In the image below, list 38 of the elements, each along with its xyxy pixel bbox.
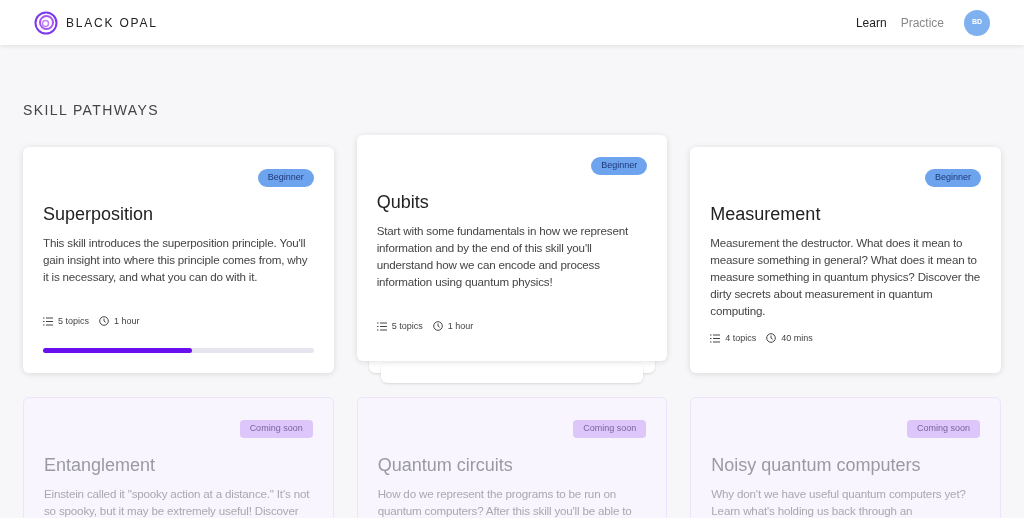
nav-link[interactable]: Learn xyxy=(855,13,887,32)
level-badge: Coming soon xyxy=(573,420,647,438)
topic-count: 5 topics xyxy=(391,319,423,333)
list-icon xyxy=(376,321,387,331)
clock-icon xyxy=(432,321,443,332)
level-badge: Beginner xyxy=(257,169,314,187)
skill-card[interactable]: Beginner Superposition This skill introduces the superposition principle. You'll gain insight into where this principle comes from, why it is necessary, and what you can do with it. 5 topics 1 hour xyxy=(23,147,334,373)
duration: 1 hour xyxy=(447,319,474,333)
topic-count: 5 topics xyxy=(58,314,90,328)
section-title: SKILL PATHWAYS xyxy=(23,101,161,120)
duration: 1 hour xyxy=(114,314,140,328)
card-description: Start with some fundamentals in how we represent information and by the end of this skill you'll understand how we can encode and process information using quantum physics! xyxy=(376,222,629,290)
level-badge: Beginner xyxy=(591,157,648,175)
level-badge: Coming soon xyxy=(906,420,980,438)
card-description: Einstein called it "spooky action at a distance." It's not so spooky, but it may be extremely useful! Discover xyxy=(44,485,311,518)
skill-card[interactable] xyxy=(356,135,668,361)
list-icon xyxy=(43,316,53,326)
card-title: Quantum circuits xyxy=(377,453,514,477)
skill-card[interactable] xyxy=(690,147,1001,373)
nav-link[interactable]: Practice xyxy=(900,13,944,32)
card-title: Entanglement xyxy=(44,453,157,477)
card-title: Qubits xyxy=(376,190,430,214)
list-icon xyxy=(710,333,721,343)
card-description: Measurement the destructor. What does it mean to measure something in general? What does it mean to measure something in quantum physics? Discover the dirty secrets about measurement in quantum computing. xyxy=(710,234,981,319)
card-description: This skill introduces the superposition principle. You'll gain insight into where this principle comes from, why it is necessary, and what you can do with it. xyxy=(43,234,309,285)
card-title: Measurement xyxy=(710,202,822,226)
card-description: Why don't we have useful quantum computers yet? Learn what's holding us back through an xyxy=(711,485,967,518)
level-badge: Coming soon xyxy=(239,420,313,438)
card-title: Noisy quantum computers xyxy=(711,453,922,477)
logo-icon xyxy=(34,10,58,35)
duration: 40 mins xyxy=(781,331,813,345)
card-title: Superposition xyxy=(43,202,155,226)
card-description: How do we represent the programs to be run on quantum computers? After this skill you'll be able to xyxy=(377,485,633,518)
brand-name: BLACK OPAL xyxy=(66,14,158,32)
clock-icon xyxy=(99,316,110,327)
clock-icon xyxy=(766,333,777,344)
topic-count: 4 topics xyxy=(725,331,757,345)
level-badge: Beginner xyxy=(924,169,981,187)
